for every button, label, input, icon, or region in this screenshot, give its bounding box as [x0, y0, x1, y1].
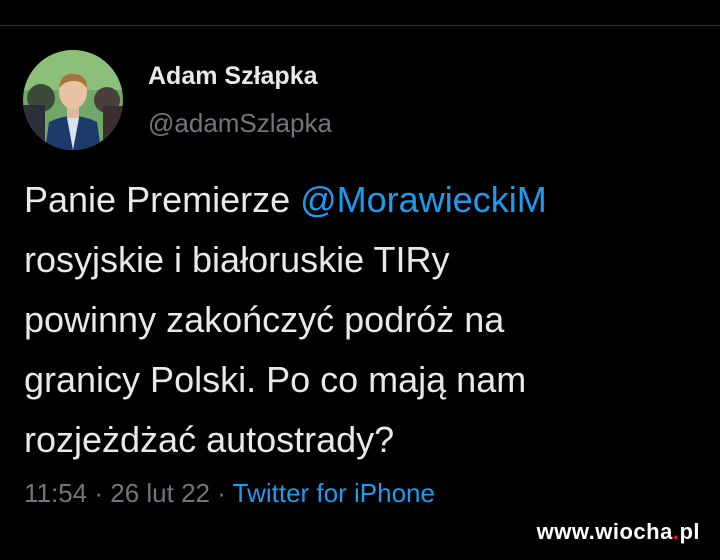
tweet-text-prefix: Panie Premierze: [24, 179, 301, 220]
meta-separator: ·: [87, 478, 111, 508]
author-display-name[interactable]: Adam Szłapka: [148, 62, 318, 91]
tweet-meta: 11:54 · 26 lut 22 · Twitter for iPhone: [24, 478, 435, 509]
tweet-text: Panie Premierze @MorawieckiM rosyjskie i…: [24, 170, 714, 470]
meta-separator: ·: [210, 478, 233, 508]
tweet-line-5: rozjeżdżać autostrady?: [24, 419, 395, 460]
tweet-line-3: powinny zakończyć podróż na: [24, 299, 505, 340]
tweet-source-link[interactable]: Twitter for iPhone: [233, 478, 435, 508]
watermark-prefix: www.wiocha: [536, 519, 673, 544]
watermark-suffix: pl: [679, 519, 700, 544]
tweet-line-1: Panie Premierze @MorawieckiM: [24, 170, 714, 230]
profile-photo-icon: [23, 50, 123, 150]
tweet-date[interactable]: 26 lut 22: [110, 478, 210, 508]
top-divider: [0, 25, 720, 26]
watermark: www.wiocha.pl: [537, 519, 700, 545]
avatar[interactable]: [23, 50, 123, 150]
mention-link[interactable]: @MorawieckiM: [300, 179, 547, 220]
tweet-line-4: granicy Polski. Po co mają nam: [24, 359, 527, 400]
tweet-line-2: rosyjskie i białoruskie TIRy: [24, 239, 450, 280]
author-handle[interactable]: @adamSzlapka: [148, 108, 332, 139]
tweet-time[interactable]: 11:54: [24, 478, 87, 508]
